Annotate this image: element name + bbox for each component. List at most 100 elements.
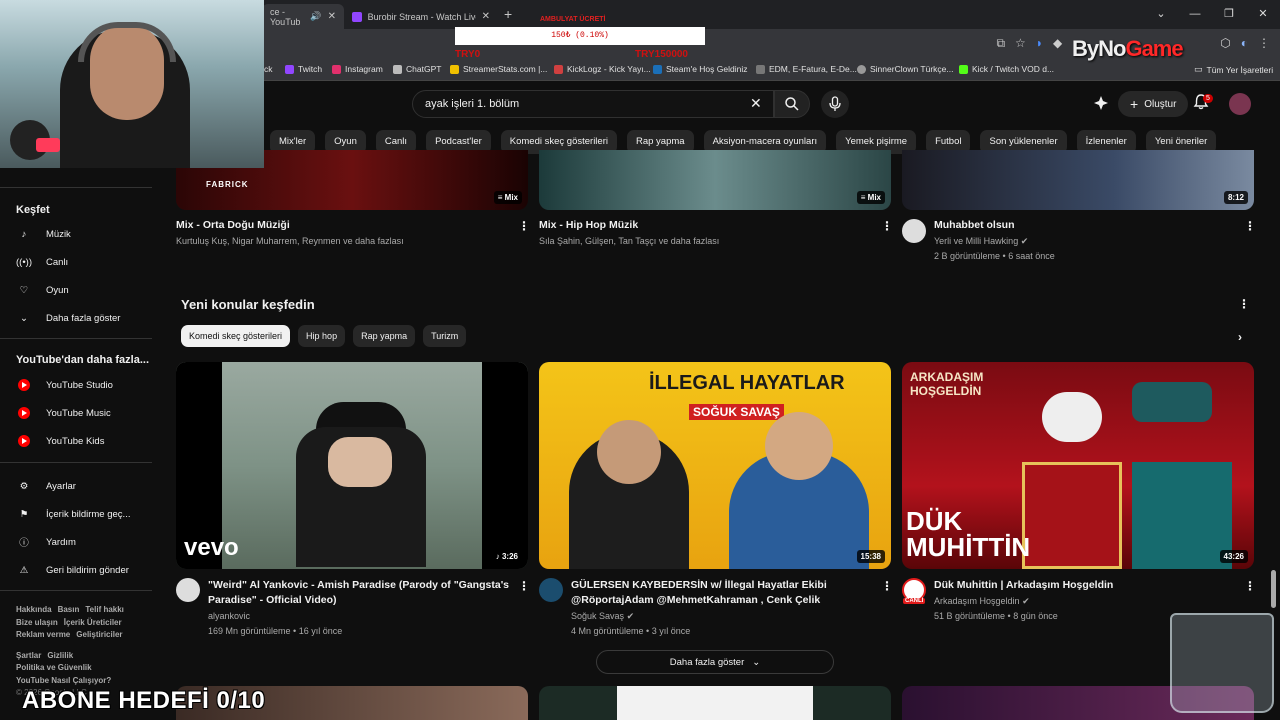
thumbnail-text: FABRICK (206, 180, 249, 189)
video-title[interactable]: Dük Muhittin | Arkadaşım Hoşgeldin (934, 578, 1113, 593)
more-vert-icon[interactable]: ⋮ (518, 579, 530, 593)
create-button[interactable]: + Oluştur (1118, 91, 1189, 117)
sidebar-show-more[interactable]: ⌄ Daha fazla göster (16, 308, 120, 328)
extension-icon[interactable]: ◗ (1036, 36, 1043, 51)
bookmark-item[interactable]: Kick / Twitch VOD d... (959, 64, 1054, 74)
new-tab-button[interactable]: + (504, 6, 512, 22)
footer-link[interactable]: Şartlar (16, 651, 41, 660)
channel-name[interactable]: Soğuk Savaş ✔ (571, 609, 634, 624)
sidebar-item-help[interactable]: ⓘ Yardım (16, 532, 76, 552)
tab-burobir[interactable]: Burobir Stream - Watch Live on ✕ (344, 4, 498, 29)
sidebar-item-kids[interactable]: YouTube Kids (16, 431, 104, 451)
topic-chips: Komedi skeç gösterileri Hip hop Rap yapm… (181, 325, 467, 347)
chevron-down-icon[interactable]: ⌄ (1144, 0, 1178, 29)
bookmark-item[interactable]: Instagram (332, 64, 383, 74)
video-title[interactable]: Mix - Orta Doğu Müziği (176, 218, 290, 233)
gaming-icon: ♡ (19, 284, 29, 296)
sidebar-item-feedback[interactable]: ⚠ Geri bildirim gönder (16, 560, 129, 580)
footer-link[interactable]: Telif hakkı (85, 605, 124, 614)
profile-icon[interactable]: ◐ (1241, 36, 1248, 51)
close-icon[interactable]: ✕ (482, 11, 490, 22)
video-thumbnail[interactable] (539, 686, 891, 720)
bookmark-item[interactable]: Twitch (285, 64, 322, 74)
thumbnail-text: DÜK MUHİTTİN (906, 506, 1031, 562)
video-meta: Sıla Şahin, Gülşen, Tan Taşçı ve daha fa… (539, 236, 720, 246)
bookmark-item[interactable]: StreamerStats.com |... (450, 64, 547, 74)
chevron-down-icon: ⌄ (20, 312, 28, 324)
tab-youtube[interactable]: ce - YouTub 🔊 ✕ (262, 4, 344, 29)
channel-avatar[interactable] (176, 578, 200, 602)
more-vert-icon[interactable]: ⋮ (518, 219, 530, 233)
sidebar-item-live[interactable]: ((•)) Canlı (16, 252, 68, 272)
close-window-button[interactable]: ✕ (1246, 0, 1280, 29)
video-title[interactable]: "Weird" Al Yankovic - Amish Paradise (Pa… (208, 578, 509, 608)
more-vert-icon[interactable]: ⋮ (881, 219, 893, 233)
bookmark-item[interactable]: EDM, E-Fatura, E-De... (756, 64, 857, 74)
sidebar-item-music[interactable]: ♪ Müzik (16, 224, 71, 244)
footer-link[interactable]: Bize ulaşın (16, 618, 58, 627)
sidebar-item-gaming[interactable]: ♡ Oyun (16, 280, 69, 300)
video-thumbnail[interactable]: ARKADAŞIM HOŞGELDİN DÜK MUHİTTİN 43:26 (902, 362, 1254, 569)
video-stats: 2 B görüntüleme • 6 saat önce (934, 251, 1055, 261)
bookmark-item[interactable]: Steam'e Hoş Geldiniz (653, 64, 747, 74)
footer-link[interactable]: Geliştiriciler (76, 630, 122, 639)
video-title[interactable]: Mix - Hip Hop Müzik (539, 218, 638, 233)
plus-icon: + (1130, 96, 1139, 112)
more-vert-icon[interactable]: ⋮ (1238, 297, 1250, 311)
avatar[interactable] (1229, 93, 1251, 115)
install-icon[interactable]: ⧉ (996, 36, 1005, 51)
search-button[interactable] (774, 90, 810, 118)
topic-chip[interactable]: Komedi skeç gösterileri (181, 325, 291, 347)
more-vert-icon[interactable]: ⋮ (1244, 579, 1256, 593)
bookmark-item[interactable]: ck (264, 64, 273, 74)
minimize-button[interactable]: — (1178, 0, 1212, 29)
topic-chip[interactable]: Rap yapma (353, 325, 416, 347)
more-vert-icon[interactable]: ⋮ (881, 579, 893, 593)
topic-chip[interactable]: Turizm (423, 325, 467, 347)
video-title[interactable]: Muhabbet olsun (934, 218, 1015, 233)
footer-link[interactable]: Politika ve Güvenlik (16, 663, 92, 672)
video-thumbnail[interactable]: ≡ Mix (539, 150, 891, 210)
divider (0, 590, 152, 591)
bookmark-item[interactable]: SinnerClown Türkçe... (857, 64, 953, 74)
all-bookmarks[interactable]: ▭ Tüm Yer İşaretleri (1194, 64, 1273, 75)
video-thumbnail[interactable]: 8:12 (902, 150, 1254, 210)
chevron-right-icon[interactable]: › (1238, 330, 1242, 344)
channel-avatar[interactable] (539, 578, 563, 602)
sidebar-item-studio[interactable]: YouTube Studio (16, 375, 113, 395)
channel-name[interactable]: Yerli ve Milli Hawking ✔ (934, 234, 1028, 249)
sidebar-item-settings[interactable]: ⚙ Ayarlar (16, 476, 76, 496)
menu-icon[interactable]: ⋮ (1258, 36, 1270, 51)
mix-badge: ≡ Mix (856, 191, 885, 204)
channel-avatar[interactable] (902, 219, 926, 243)
gemini-icon[interactable] (1093, 95, 1109, 111)
sidebar-item-report[interactable]: ⚑ İçerik bildirme geç... (16, 504, 131, 524)
footer-link[interactable]: Hakkında (16, 605, 52, 614)
star-icon[interactable]: ☆ (1015, 36, 1026, 51)
more-vert-icon[interactable]: ⋮ (1244, 219, 1256, 233)
search-input[interactable] (412, 90, 774, 118)
clear-icon[interactable]: ✕ (750, 95, 762, 112)
channel-name[interactable]: Arkadaşım Hoşgeldin ✔ (934, 594, 1030, 609)
bookmark-item[interactable]: ChatGPT (393, 64, 441, 74)
channel-name[interactable]: alyankovic (208, 609, 250, 624)
voice-search-button[interactable] (821, 90, 849, 118)
show-more-button[interactable]: Daha fazla göster ⌄ (596, 650, 834, 674)
maximize-button[interactable]: ❐ (1212, 0, 1246, 29)
topic-chip[interactable]: Hip hop (298, 325, 346, 347)
footer-link[interactable]: YouTube Nasıl Çalışıyor? (16, 676, 111, 685)
video-thumbnail[interactable]: İLLEGAL HAYATLAR SOĞUK SAVAŞ 15:38 (539, 362, 891, 569)
footer-link[interactable]: Basın (58, 605, 80, 614)
extension-icon[interactable]: ◆ (1053, 36, 1062, 51)
extension-icon[interactable]: ⬡ (1220, 36, 1230, 51)
footer-link[interactable]: Reklam verme (16, 630, 70, 639)
bookmark-item[interactable]: KickLogz - Kick Yayı... (554, 64, 651, 74)
footer-link[interactable]: Gizlilik (47, 651, 73, 660)
video-title[interactable]: GÜLERSEN KAYBEDERSİN w/ İllegal Hayatlar… (571, 578, 827, 608)
close-icon[interactable]: ✕ (328, 11, 336, 22)
sidebar-item-music-app[interactable]: YouTube Music (16, 403, 111, 423)
footer-link[interactable]: İçerik Üreticiler (64, 618, 122, 627)
footer-links: Hakkında Basın Telif hakkı Bize ulaşın İçer… (16, 604, 130, 700)
video-thumbnail[interactable]: vevo ♪ 3:26 (176, 362, 528, 569)
scrollbar[interactable] (1271, 570, 1276, 608)
